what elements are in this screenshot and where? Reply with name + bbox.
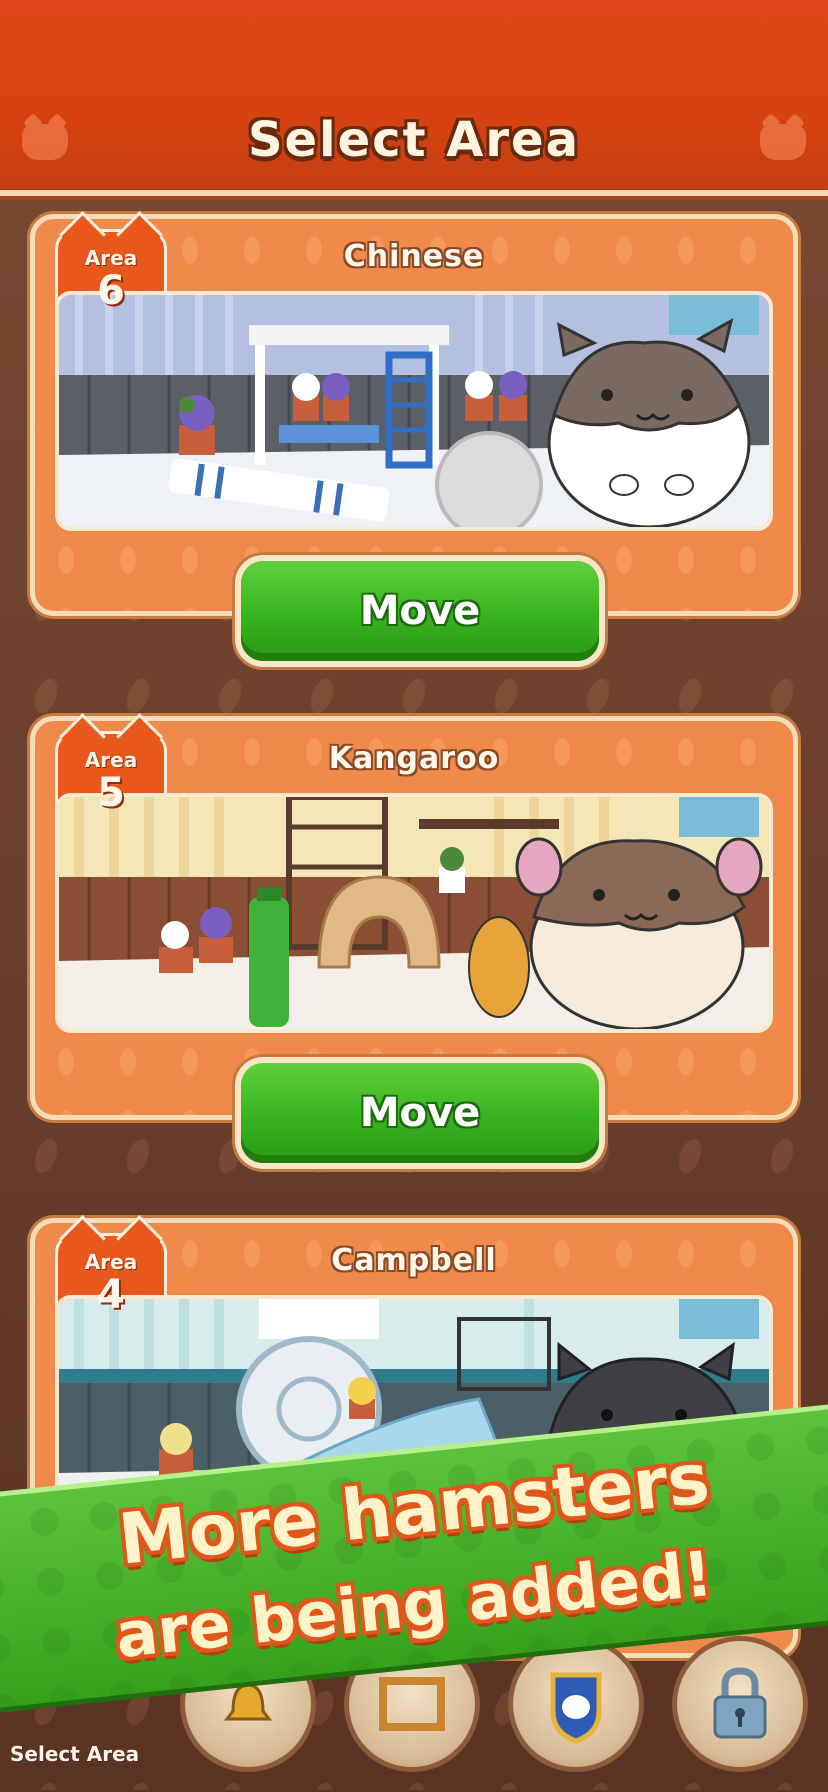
area-badge-label: Area (84, 1250, 138, 1274)
move-button-area-5[interactable]: Move (235, 1057, 605, 1169)
shield-icon (550, 1672, 602, 1744)
area-card-6: Chinese Area 6 Move (30, 214, 798, 667)
room-scene (59, 295, 769, 527)
area-badge-number: 5 (97, 770, 125, 816)
move-button-area-6[interactable]: Move (235, 555, 605, 667)
move-button-label: Move (241, 561, 599, 661)
bottom-tab-label: Select Area (10, 1742, 140, 1766)
area-badge: Area 4 (55, 1233, 167, 1329)
nav-lock-button[interactable] (672, 1636, 808, 1772)
area-badge-label: Area (84, 748, 138, 772)
area-badge-label: Area (84, 246, 138, 270)
header-bar: Select Area (0, 0, 828, 196)
move-button-label: Move (241, 1063, 599, 1163)
area-card-5: Kangaroo Area 5 Move (30, 716, 798, 1169)
area-preview-image[interactable] (55, 291, 773, 531)
paw-icon (760, 124, 806, 160)
page-title: Select Area (247, 112, 580, 168)
area-badge: Area 6 (55, 229, 167, 325)
area-preview-image[interactable] (55, 793, 773, 1033)
lock-icon (713, 1667, 767, 1739)
area-badge-number: 6 (97, 268, 125, 314)
area-badge: Area 5 (55, 731, 167, 827)
area-badge-number: 4 (97, 1272, 125, 1318)
room-scene (59, 797, 769, 1029)
